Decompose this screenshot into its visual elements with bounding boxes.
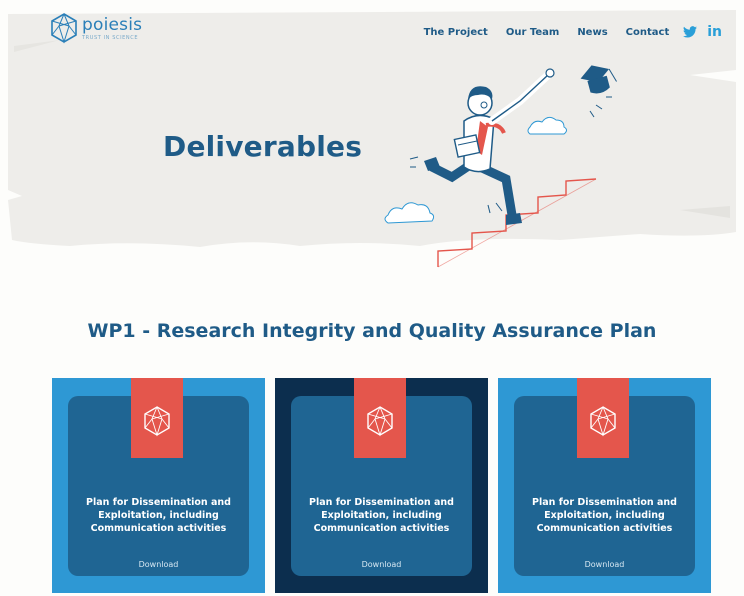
section-title: WP1 - Research Integrity and Quality Ass…	[87, 320, 657, 342]
nav-our-team[interactable]: Our Team	[506, 27, 559, 38]
scientist-running-up-stairs-illustration	[384, 65, 617, 268]
card-ribbon	[577, 378, 629, 458]
deliverable-card: Plan for Dissemination and Exploitation,…	[498, 378, 711, 593]
brand-tagline: TRUST IN SCIENCE	[82, 34, 139, 41]
deliverable-card: Plan for Dissemination and Exploitation,…	[275, 378, 488, 593]
polyhedron-icon	[144, 406, 170, 437]
card-title: Plan for Dissemination and Exploitation,…	[532, 497, 677, 534]
polyhedron-icon	[590, 406, 616, 437]
twitter-icon[interactable]	[683, 26, 698, 38]
download-link[interactable]: Download	[52, 560, 265, 569]
nav-contact[interactable]: Contact	[626, 27, 670, 38]
card-ribbon	[354, 378, 406, 458]
nav-news[interactable]: News	[577, 27, 607, 38]
card-ribbon	[131, 378, 183, 458]
social-links: in	[683, 25, 722, 39]
polyhedron-logo-icon	[51, 13, 77, 44]
card-title: Plan for Dissemination and Exploitation,…	[86, 497, 231, 534]
download-link[interactable]: Download	[275, 560, 488, 569]
card-title: Plan for Dissemination and Exploitation,…	[309, 497, 454, 534]
deliverable-card: Plan for Dissemination and Exploitation,…	[52, 378, 265, 593]
polyhedron-icon	[367, 406, 393, 437]
main-nav: The Project Our Team News Contact in	[424, 25, 722, 39]
deliverable-cards: Plan for Dissemination and Exploitation,…	[52, 378, 711, 593]
brand-logo[interactable]: poiesis TRUST IN SCIENCE	[50, 12, 142, 44]
page-title: Deliverables	[163, 130, 363, 163]
linkedin-icon[interactable]: in	[707, 25, 722, 39]
nav-the-project[interactable]: The Project	[424, 27, 488, 38]
brand-name: poiesis	[82, 14, 143, 35]
download-link[interactable]: Download	[498, 560, 711, 569]
